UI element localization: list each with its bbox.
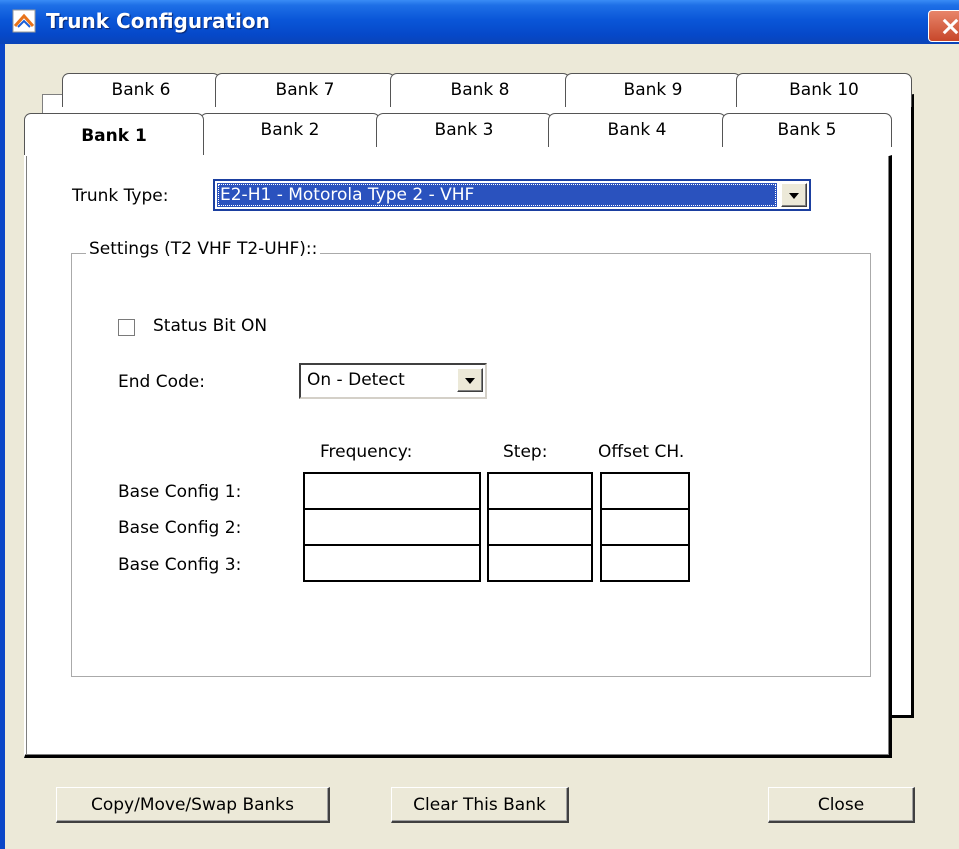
clear-bank-button[interactable]: Clear This Bank [391,787,569,823]
base-config-3-label: Base Config 3: [118,555,242,575]
trunk-type-select[interactable]: E2-H1 - Motorola Type 2 - VHF [213,179,811,211]
status-bit-label: Status Bit ON [153,316,268,336]
tab-bank-10[interactable]: Bank 10 [736,73,912,107]
base-config-3-frequency-field[interactable] [303,544,481,582]
title-bar[interactable]: Trunk Configuration [0,0,959,44]
end-code-select[interactable]: On - Detect [299,363,487,399]
trunk-type-label: Trunk Type: [72,186,169,206]
tab-bank-8[interactable]: Bank 8 [390,73,570,107]
window-frame [0,44,5,849]
tab-bank-6[interactable]: Bank 6 [62,73,220,107]
tab-bank-4[interactable]: Bank 4 [548,113,726,147]
base-config-1-offset-field[interactable] [600,472,690,510]
step-header: Step: [503,442,548,462]
copy-move-swap-button[interactable]: Copy/Move/Swap Banks [56,787,330,823]
tab-label: Bank 1 [81,126,147,146]
close-window-button[interactable] [928,10,959,42]
tab-label: Bank 10 [789,80,859,100]
tab-label: Bank 5 [777,120,837,140]
status-bit-checkbox[interactable] [118,319,135,336]
end-code-label: End Code: [118,372,205,392]
tab-bank-1[interactable]: Bank 1 [24,113,204,155]
base-config-1-step-field[interactable] [487,472,593,510]
tab-label: Bank 2 [260,120,320,140]
base-config-1-label: Base Config 1: [118,482,242,502]
end-code-value: On - Detect [307,370,405,390]
tab-bank-2[interactable]: Bank 2 [200,113,380,147]
base-config-3-offset-field[interactable] [600,544,690,582]
tab-label: Bank 9 [623,80,683,100]
settings-group-title: Settings (T2 VHF T2-UHF):: [86,239,321,259]
window-title: Trunk Configuration [46,9,270,33]
tab-bank-7[interactable]: Bank 7 [215,73,395,107]
base-config-2-label: Base Config 2: [118,518,242,538]
tab-label: Bank 3 [434,120,494,140]
trunk-type-dropdown-button[interactable] [781,183,807,207]
offset-header: Offset CH. [598,442,685,462]
tab-label: Bank 4 [607,120,667,140]
frequency-header: Frequency: [320,442,413,462]
tab-label: Bank 6 [111,80,171,100]
base-config-1-frequency-field[interactable] [303,472,481,510]
tab-bank-9[interactable]: Bank 9 [565,73,741,107]
tab-bank-3[interactable]: Bank 3 [376,113,552,147]
base-config-2-frequency-field[interactable] [303,508,481,546]
base-config-3-step-field[interactable] [487,544,593,582]
base-config-2-step-field[interactable] [487,508,593,546]
base-config-2-offset-field[interactable] [600,508,690,546]
tab-bank-5[interactable]: Bank 5 [722,113,892,147]
tab-label: Bank 8 [450,80,510,100]
tab-label: Bank 7 [275,80,335,100]
trunk-type-value: E2-H1 - Motorola Type 2 - VHF [217,183,777,207]
end-code-dropdown-button[interactable] [457,368,483,392]
app-icon [12,9,36,33]
close-button[interactable]: Close [768,787,915,823]
